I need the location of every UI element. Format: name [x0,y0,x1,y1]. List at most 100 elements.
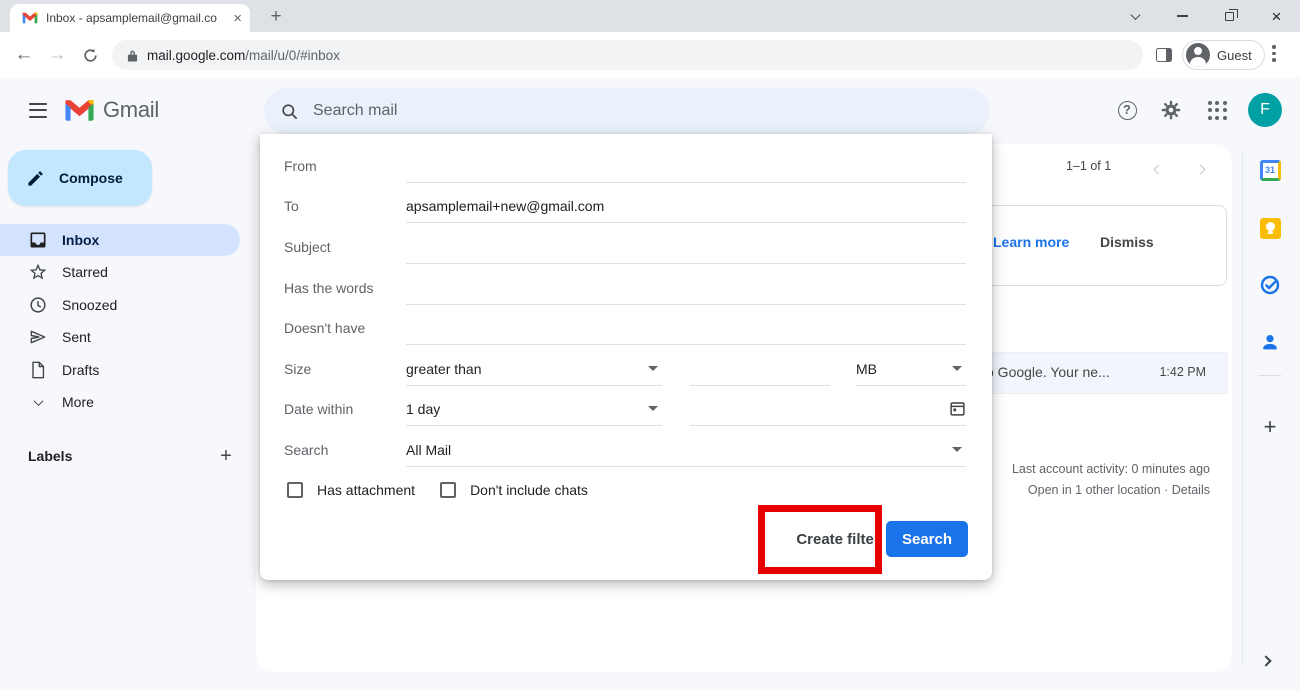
subject-input[interactable] [406,230,966,264]
keep-app-button[interactable] [1259,217,1281,239]
close-button[interactable]: × [1253,0,1300,32]
restore-button[interactable] [1206,0,1253,32]
gmail-favicon-icon [22,12,38,24]
email-snippet[interactable]: o Google. Your ne... [986,364,1110,380]
support-button[interactable]: ? [1113,96,1141,124]
side-panel-collapse-button[interactable] [1262,652,1270,670]
learn-more-link[interactable]: Learn more [993,234,1069,250]
to-input[interactable]: apsamplemail+new@gmail.com [406,189,966,223]
details-link[interactable]: Details [1172,483,1210,497]
date-within-dropdown[interactable]: 1 day [406,392,662,426]
contacts-icon [1259,331,1281,353]
search-input[interactable] [311,101,980,121]
avatar-initial: F [1260,101,1270,119]
sidebar-item-snoozed[interactable]: Snoozed [0,289,240,321]
filter-row-date: Date within 1 day [284,391,966,427]
tasks-app-button[interactable] [1259,274,1281,296]
search-scope-dropdown[interactable]: All Mail [406,433,966,467]
gmail-logo-icon [64,99,95,122]
apps-button[interactable] [1203,96,1231,124]
has-attachment-label: Has attachment [317,482,415,498]
older-page-button[interactable] [1192,161,1208,177]
filter-row-subject: Subject [284,229,966,265]
lock-icon[interactable] [127,49,138,62]
search-submit-button[interactable]: Search [886,521,968,557]
doesnt-have-input[interactable] [406,311,966,345]
has-attachment-checkbox[interactable] [287,482,303,498]
settings-button[interactable] [1157,96,1185,124]
dropdown-arrow-icon [952,366,962,371]
filter-row-search-scope: Search All Mail [284,432,966,468]
forward-button[interactable]: → [43,41,71,69]
filter-row-has-words: Has the words [284,270,966,306]
doesnt-have-label: Doesn't have [284,320,406,336]
main-menu-icon[interactable] [26,98,50,122]
profile-button[interactable]: Guest [1182,40,1265,70]
keep-icon [1260,218,1281,239]
from-input[interactable] [406,149,966,183]
tasks-icon [1259,274,1281,296]
sidebar-item-label: Drafts [62,362,99,378]
dropdown-arrow-icon [648,406,658,411]
sidebar-item-inbox[interactable]: Inbox [0,224,240,256]
reload-button[interactable] [76,41,104,69]
sidebar-item-sent[interactable]: Sent [0,321,240,353]
back-button[interactable]: ← [10,41,38,69]
subject-label: Subject [284,239,406,255]
has-words-input[interactable] [406,271,966,305]
sidebar-item-label: Starred [62,264,108,280]
profile-label: Guest [1217,48,1252,63]
contacts-app-button[interactable] [1259,331,1281,353]
create-filter-button[interactable]: Create filter [778,525,898,553]
minimize-button[interactable] [1159,0,1206,32]
side-panel-divider [1242,152,1243,664]
sidebar-item-drafts[interactable]: Drafts [0,354,240,386]
side-panel-toggle-icon[interactable] [1156,48,1172,62]
browser-tab[interactable]: Inbox - apsamplemail@gmail.co × [10,4,250,32]
sidebar-item-starred[interactable]: Starred [0,256,240,288]
create-label-button[interactable]: + [214,444,238,468]
account-avatar[interactable]: F [1248,93,1282,127]
send-icon [28,327,48,347]
tab-title: Inbox - apsamplemail@gmail.co [46,11,227,25]
calendar-picker-icon[interactable] [949,400,966,417]
dismiss-button[interactable]: Dismiss [1100,234,1154,250]
last-activity-text: Last account activity: 0 minutes ago [1012,459,1210,480]
dropdown-arrow-icon [648,366,658,371]
dont-include-chats-checkbox[interactable] [440,482,456,498]
new-tab-button[interactable]: + [263,4,289,30]
from-label: From [284,158,406,174]
browser-menu-icon[interactable] [1272,45,1276,62]
tab-close-icon[interactable]: × [233,11,242,26]
gmail-app: Gmail ? [0,78,1300,690]
size-operator-dropdown[interactable]: greater than [406,352,662,386]
calendar-app-button[interactable]: 31 [1259,159,1281,181]
newer-page-button[interactable] [1150,161,1166,177]
gmail-logo[interactable]: Gmail [64,94,159,126]
compose-label: Compose [59,170,123,186]
chevron-down-icon [28,399,48,406]
search-icon[interactable] [280,102,299,121]
compose-button[interactable]: Compose [8,150,152,206]
sidebar-item-more[interactable]: More [0,386,240,418]
tab-search-icon[interactable] [1112,0,1159,32]
gear-icon [1160,99,1182,121]
dont-include-chats-label: Don't include chats [470,482,588,498]
size-label: Size [284,361,406,377]
footer-separator: · [1164,483,1168,497]
dropdown-arrow-icon [952,447,962,452]
size-unit-dropdown[interactable]: MB [856,352,966,386]
inbox-icon [28,230,48,250]
size-value-input[interactable] [690,352,830,386]
date-picker-input[interactable] [690,392,966,426]
get-addons-button[interactable]: + [1258,415,1282,439]
sidebar-item-label: Sent [62,329,91,345]
search-bar[interactable] [264,88,990,134]
file-icon [28,360,48,380]
open-location-text: Open in 1 other location [1028,483,1161,497]
sidebar-item-label: More [62,394,94,410]
pagination-text: 1–1 of 1 [1066,159,1111,173]
email-time: 1:42 PM [1159,365,1206,379]
address-bar[interactable]: mail.google.com/mail/u/0/#inbox [112,40,1143,70]
browser-window: Inbox - apsamplemail@gmail.co × + × ← → [0,0,1300,690]
